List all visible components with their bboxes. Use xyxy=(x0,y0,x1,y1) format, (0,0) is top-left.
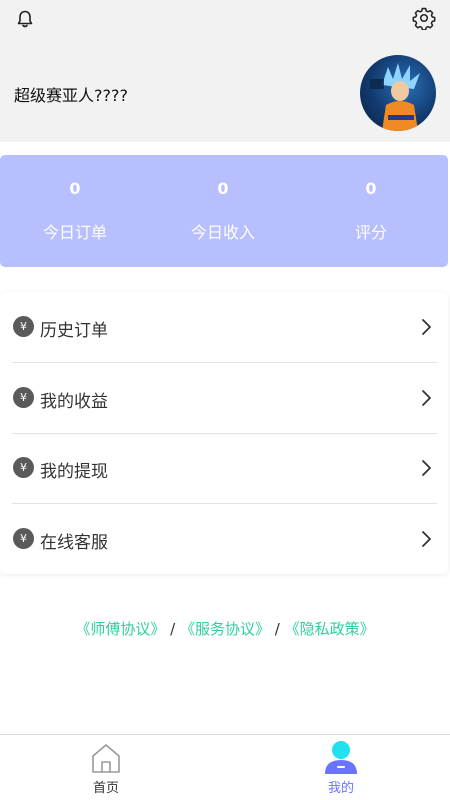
bottom-tab-bar: 首页 我的 xyxy=(0,734,450,800)
user-icon xyxy=(325,741,357,774)
yen-icon: ¥ xyxy=(13,457,34,478)
profile-header: 超级赛亚人???? xyxy=(0,0,450,142)
yen-icon: ¥ xyxy=(13,528,34,549)
stat-today-income[interactable]: 0 今日收入 xyxy=(148,155,298,267)
home-icon xyxy=(92,744,120,773)
menu-item-my-earnings[interactable]: ¥ 我的收益 xyxy=(0,363,448,433)
agreement-links: 《师傅协议》 / 《服务协议》 / 《隐私政策》 xyxy=(0,618,450,639)
menu-item-label: 历史订单 xyxy=(40,321,108,341)
stat-label: 评分 xyxy=(354,223,387,242)
menu-item-label: 我的提现 xyxy=(40,462,108,482)
stat-value: 0 xyxy=(365,179,377,198)
stat-value: 0 xyxy=(217,179,229,198)
settings-button[interactable] xyxy=(410,4,438,32)
chevron-right-icon xyxy=(422,390,431,406)
menu-item-label: 在线客服 xyxy=(40,533,108,553)
avatar[interactable] xyxy=(360,55,436,131)
privacy-policy-link[interactable]: 《隐私政策》 xyxy=(285,620,375,638)
yen-icon: ¥ xyxy=(13,316,34,337)
separator: / xyxy=(170,620,176,638)
notification-button[interactable] xyxy=(11,5,39,33)
stat-label: 今日收入 xyxy=(190,223,255,242)
master-agreement-link[interactable]: 《师傅协议》 xyxy=(75,620,165,638)
yen-icon: ¥ xyxy=(13,387,34,408)
stat-value: 0 xyxy=(69,179,81,198)
stats-card: 0 今日订单 0 今日收入 0 评分 xyxy=(0,155,448,267)
chevron-right-icon xyxy=(422,531,431,547)
tab-home-label: 首页 xyxy=(92,781,119,796)
menu-list: ¥ 历史订单 ¥ 我的收益 ¥ 我的提现 ¥ 在线客服 xyxy=(0,292,448,574)
separator: / xyxy=(274,620,280,638)
chevron-right-icon xyxy=(422,460,431,476)
gear-icon xyxy=(412,7,436,30)
stat-label: 今日订单 xyxy=(42,223,107,242)
chevron-right-icon xyxy=(422,319,431,335)
menu-item-label: 我的收益 xyxy=(40,392,108,412)
service-agreement-link[interactable]: 《服务协议》 xyxy=(180,620,270,638)
avatar-image xyxy=(370,63,420,131)
tab-mine-label: 我的 xyxy=(327,781,354,796)
username: 超级赛亚人???? xyxy=(14,86,128,105)
menu-item-order-history[interactable]: ¥ 历史订单 xyxy=(0,292,448,362)
tab-mine[interactable]: 我的 xyxy=(266,735,416,800)
stat-rating[interactable]: 0 评分 xyxy=(296,155,446,267)
tab-home[interactable]: 首页 xyxy=(31,735,181,800)
stat-today-orders[interactable]: 0 今日订单 xyxy=(0,155,150,267)
menu-item-online-support[interactable]: ¥ 在线客服 xyxy=(0,504,448,574)
bell-icon xyxy=(17,10,33,28)
menu-item-my-withdrawals[interactable]: ¥ 我的提现 xyxy=(0,433,448,503)
